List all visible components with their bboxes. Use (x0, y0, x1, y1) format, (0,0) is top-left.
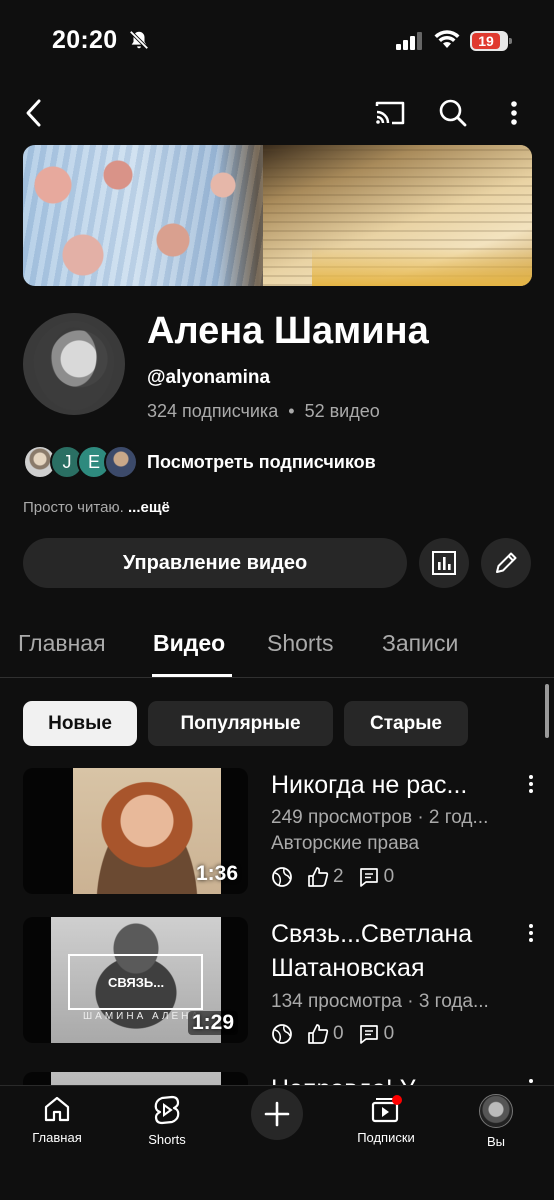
thumbs-up-icon (308, 1024, 329, 1044)
thumbnail-caption: ШАМИНА АЛЕНА (83, 1011, 202, 1022)
view-subscribers-link[interactable]: Посмотреть подписчиков (147, 452, 376, 473)
video-likes: 0 (307, 1023, 344, 1045)
cast-icon (375, 101, 405, 125)
view-subscribers-row[interactable]: J E Посмотреть подписчиков (23, 443, 376, 481)
battery-level: 19 (472, 33, 500, 49)
battery-icon: 19 (470, 31, 512, 51)
kebab-menu-icon (511, 101, 517, 125)
channel-tabs: Главная Видео Shorts Записи (0, 620, 554, 678)
more-options-button[interactable] (496, 95, 532, 131)
back-arrow-icon (26, 99, 41, 127)
nav-home-label: Главная (32, 1130, 82, 1145)
cast-button[interactable] (372, 95, 408, 131)
cellular-signal-icon (396, 32, 422, 50)
visibility-public (271, 866, 293, 888)
tab-home[interactable]: Главная (18, 630, 106, 657)
channel-description[interactable]: Просто читаю. ...ещё (23, 499, 170, 516)
comment-icon (359, 1025, 378, 1044)
analytics-icon (432, 551, 456, 575)
subscriptions-icon (371, 1095, 402, 1123)
channel-handle: @alyonamina (147, 367, 271, 388)
subscriber-avatar (104, 445, 138, 479)
video-duration: 1:29 (187, 1011, 238, 1035)
bottom-navigation: Главная Shorts Подписки Вы (0, 1085, 554, 1200)
video-item[interactable]: СВЯЗЬ... ШАМИНА АЛЕНА 1:29 Связь...Светл… (0, 917, 554, 1047)
plus-icon (264, 1101, 290, 1127)
video-count: 52 видео (304, 401, 380, 421)
chip-oldest[interactable]: Старые (344, 701, 468, 746)
video-duration: 1:36 (195, 862, 238, 885)
channel-avatar[interactable] (23, 313, 125, 415)
stats-separator: • (288, 401, 295, 421)
manage-videos-button[interactable]: Управление видео (23, 538, 407, 588)
kebab-menu-icon (529, 924, 533, 942)
video-thumbnail[interactable]: 1:36 (23, 768, 248, 894)
back-button[interactable] (16, 95, 52, 131)
nav-you[interactable]: Вы (451, 1094, 541, 1149)
bell-muted-icon (129, 30, 149, 50)
video-thumbnail[interactable]: СВЯЗЬ... ШАМИНА АЛЕНА 1:29 (23, 917, 248, 1043)
status-time: 20:20 (52, 26, 118, 54)
wifi-icon (434, 30, 460, 48)
create-button[interactable] (251, 1088, 303, 1140)
video-comments: 0 (358, 1023, 394, 1045)
pencil-icon (496, 552, 517, 573)
video-menu-button[interactable] (522, 770, 540, 798)
video-title[interactable]: Никогда не рас... (271, 768, 533, 802)
nav-you-label: Вы (486, 1134, 505, 1149)
video-meta: 249 просмотров · 2 год... (271, 807, 489, 828)
video-likes: 2 (307, 866, 344, 888)
scrollbar[interactable] (545, 684, 549, 738)
account-avatar (479, 1094, 513, 1128)
globe-icon (272, 867, 292, 887)
home-icon (44, 1096, 70, 1122)
analytics-button[interactable] (419, 538, 469, 588)
top-app-bar (0, 90, 554, 140)
video-menu-button[interactable] (522, 919, 540, 947)
video-item[interactable]: 1:36 Никогда не рас... 249 просмотров · … (0, 768, 554, 898)
subscriber-count: 324 подписчика (147, 401, 279, 421)
chip-newest[interactable]: Новые (23, 701, 137, 746)
description-more[interactable]: ...ещё (128, 499, 170, 516)
video-comments: 0 (358, 866, 394, 888)
nav-shorts[interactable]: Shorts (122, 1094, 212, 1147)
tab-shorts[interactable]: Shorts (267, 630, 333, 657)
search-button[interactable] (435, 95, 471, 131)
edit-channel-button[interactable] (481, 538, 531, 588)
channel-stats: 324 подписчика • 52 видео (147, 401, 380, 422)
nav-home[interactable]: Главная (12, 1094, 102, 1145)
notification-dot (392, 1095, 402, 1105)
tab-videos[interactable]: Видео (153, 630, 225, 657)
search-icon (439, 99, 467, 127)
status-bar: 20:20 19 (0, 0, 554, 80)
thumbnail-title: СВЯЗЬ... (107, 975, 165, 990)
active-tab-indicator (152, 674, 232, 677)
shorts-icon (154, 1095, 180, 1125)
chip-popular[interactable]: Популярные (148, 701, 333, 746)
channel-banner (23, 145, 532, 286)
globe-icon (272, 1024, 292, 1044)
video-license: Авторские права (271, 833, 420, 854)
kebab-menu-icon (529, 775, 533, 793)
tab-posts[interactable]: Записи (382, 630, 458, 657)
nav-subscriptions-label: Подписки (357, 1130, 415, 1145)
video-stats: 2 0 (271, 865, 408, 889)
visibility-public (271, 1023, 293, 1045)
video-title[interactable]: Связь...Светлана Шатановская (271, 917, 533, 985)
channel-name: Алена Шамина (147, 310, 429, 352)
video-stats: 0 0 (271, 1022, 408, 1046)
thumbs-up-icon (308, 867, 329, 887)
subscriber-avatars: J E (23, 443, 143, 481)
video-meta: 134 просмотра · 3 года... (271, 991, 489, 1012)
nav-shorts-label: Shorts (148, 1132, 186, 1147)
nav-subscriptions[interactable]: Подписки (341, 1094, 431, 1145)
comment-icon (359, 868, 378, 887)
